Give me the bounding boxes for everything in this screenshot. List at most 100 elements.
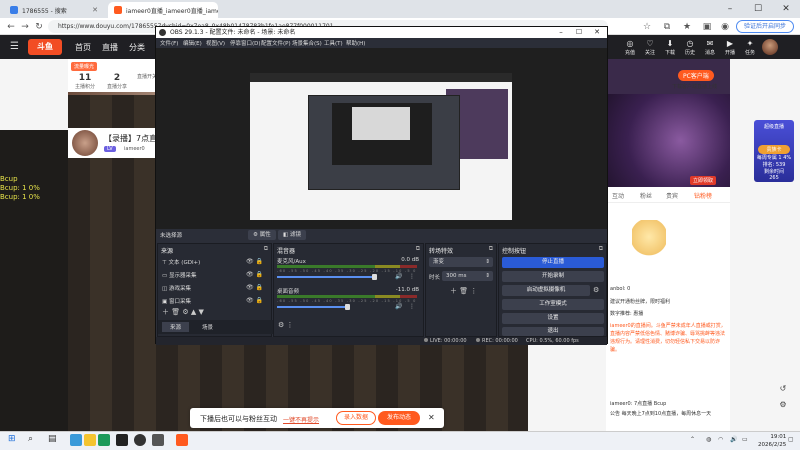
header-task[interactable]: ✦ 任务 xyxy=(740,39,760,56)
tab-vip[interactable]: 贵宾 xyxy=(666,191,678,200)
post-update-button[interactable]: 发布动态 xyxy=(378,411,420,425)
wifi-icon[interactable]: ◠ xyxy=(718,436,723,443)
menu-docks[interactable]: 停靠窗口(D) xyxy=(230,39,261,47)
studio-mode-button[interactable]: 工作室模式 xyxy=(502,299,604,310)
close-window-icon[interactable]: ✕ xyxy=(772,0,800,18)
transition-select[interactable]: 渐变 ⇕ xyxy=(429,257,493,267)
tab-sources[interactable]: 来源 xyxy=(162,322,190,332)
header-follow[interactable]: ♡ 关注 xyxy=(640,39,660,56)
clock[interactable]: 19:01 2026/2/25 xyxy=(758,433,786,449)
header-recharge[interactable]: ◎ 充值 xyxy=(620,39,640,56)
terminal-icon[interactable] xyxy=(116,434,128,446)
tab-interact[interactable]: 互动 xyxy=(612,191,624,200)
duration-input[interactable]: 300 ms ⇕ xyxy=(442,271,493,281)
dock-menu-icon[interactable]: ⧉ xyxy=(264,245,268,253)
forward-icon[interactable]: → xyxy=(18,20,32,33)
battery-icon[interactable]: ▭ xyxy=(742,436,748,443)
browser-tab-search[interactable]: 1786555 - 搜索 ✕ xyxy=(4,2,104,18)
excel-icon[interactable] xyxy=(98,434,110,446)
menu-tools[interactable]: 工具(T) xyxy=(324,39,343,47)
sync-button[interactable]: 验证后开启同步 xyxy=(736,20,794,33)
reload-icon[interactable]: ↻ xyxy=(32,20,46,33)
app-icon[interactable] xyxy=(152,434,164,446)
tray-app-icon[interactable]: ◍ xyxy=(706,436,711,443)
tray-chevron-icon[interactable]: ⌃ xyxy=(690,436,695,443)
close-icon[interactable]: ✕ xyxy=(92,6,98,14)
nav-category[interactable]: 分类 xyxy=(129,42,145,53)
douyu-logo[interactable]: 斗鱼 xyxy=(28,39,62,55)
browser-tab-douyu[interactable]: iameer0直播_iameer0直播_iameer... xyxy=(108,2,218,18)
anchor-avatar[interactable] xyxy=(72,130,98,156)
mixer-tools[interactable]: ⚙ ⋮ xyxy=(278,321,294,329)
menu-icon[interactable]: ☰ xyxy=(10,41,19,52)
extensions-icon[interactable]: ⧉ xyxy=(660,20,674,33)
dont-remind-link[interactable]: 一键不再提示 xyxy=(283,415,319,424)
visibility-lock-icons[interactable]: 👁 🔒 xyxy=(246,258,263,265)
volume-slider[interactable] xyxy=(277,304,350,310)
menu-file[interactable]: 文件(F) xyxy=(160,39,178,47)
windows-start-icon[interactable]: ⊞ xyxy=(8,434,16,444)
obs-taskbar-icon[interactable] xyxy=(134,434,146,446)
search-icon[interactable]: ⌕ xyxy=(28,434,33,444)
virtual-camera-button[interactable]: 启动虚拟摄像机 xyxy=(502,285,590,296)
dock-menu-icon[interactable]: ⧉ xyxy=(489,245,493,253)
super-live-card[interactable]: 超级直播 贵族卡 每周专属 1 4% 排名: 539 剩余时间 265 xyxy=(754,120,794,182)
close-icon[interactable]: ✕ xyxy=(428,413,435,422)
obs-minimize-icon[interactable]: – xyxy=(552,27,570,38)
star-icon[interactable]: ☆ xyxy=(640,20,654,33)
minimize-icon[interactable]: – xyxy=(716,0,744,18)
tab-scenes[interactable]: 场景 xyxy=(194,322,221,332)
speaker-icon[interactable]: 🔊 xyxy=(395,273,402,280)
settings-button[interactable]: 设置 xyxy=(502,313,604,324)
visibility-lock-icons[interactable]: 👁 🔒 xyxy=(246,297,263,304)
exit-button[interactable]: 退出 xyxy=(502,327,604,336)
nav-home[interactable]: 首页 xyxy=(75,42,91,53)
stat-points[interactable]: 11 主播积分 xyxy=(70,73,100,90)
visibility-lock-icons[interactable]: 👁 🔒 xyxy=(246,284,263,291)
menu-scene-collection[interactable]: 场景集合(S) xyxy=(292,39,322,47)
speaker-icon[interactable]: 🔊 xyxy=(395,303,402,310)
back-icon[interactable]: ← xyxy=(4,20,18,33)
stream-preview[interactable] xyxy=(250,73,512,220)
header-download[interactable]: ⬇ 下载 xyxy=(660,39,680,56)
edge-browser-icon[interactable] xyxy=(70,434,82,446)
profile-icon[interactable]: ◉ xyxy=(718,20,732,33)
source-item[interactable]: ⊤ 文本 (GDI+) xyxy=(162,258,200,266)
obs-maximize-icon[interactable]: ☐ xyxy=(570,27,588,38)
volume-slider[interactable] xyxy=(277,274,377,280)
menu-view[interactable]: 视图(V) xyxy=(206,39,225,47)
tab-fans[interactable]: 粉丝 xyxy=(640,191,652,200)
menu-help[interactable]: 帮助(H) xyxy=(346,39,365,47)
game-map[interactable] xyxy=(606,94,730,187)
preview-area[interactable] xyxy=(156,48,607,229)
more-icon[interactable]: ⋮ xyxy=(409,303,415,310)
stat-share[interactable]: 2 直播分享 xyxy=(102,73,132,90)
stop-streaming-button[interactable]: 停止直播 xyxy=(502,257,604,268)
header-broadcast[interactable]: ▶ 开播 xyxy=(720,39,740,56)
obs-titlebar[interactable]: OBS 29.1.3 - 配置文件: 未命名 - 场景: 未命名 xyxy=(156,27,607,38)
transition-tools[interactable]: ＋ 🗑 ⋮ xyxy=(450,286,477,296)
slider-knob[interactable] xyxy=(345,304,350,310)
tab-diamond[interactable]: 钻粉榜 xyxy=(694,191,712,200)
visibility-lock-icons[interactable]: 👁 🔒 xyxy=(246,271,263,278)
gear-icon[interactable]: ⚙ xyxy=(593,286,599,294)
source-item[interactable]: ▭ 显示器采集 xyxy=(162,271,196,279)
maximize-icon[interactable]: ☐ xyxy=(744,0,772,18)
enter-data-button[interactable]: 录入数据 xyxy=(336,411,376,425)
filters-button[interactable]: ◧ 滤镜 xyxy=(278,230,306,240)
menu-profile[interactable]: 配置文件(P) xyxy=(261,39,291,47)
source-item[interactable]: ◫ 游戏采集 xyxy=(162,284,191,292)
refresh-icon[interactable]: ↺ xyxy=(776,384,790,396)
notification-icon[interactable]: ▢ xyxy=(788,436,794,443)
douyu-taskbar-icon[interactable] xyxy=(176,434,188,446)
start-recording-button[interactable]: 开始录制 xyxy=(502,271,604,282)
anchor-name[interactable]: iameer0 xyxy=(124,146,145,152)
menu-edit[interactable]: 编辑(E) xyxy=(183,39,202,47)
favorites-icon[interactable]: ★ xyxy=(680,20,694,33)
properties-button[interactable]: ⚙ 属性 xyxy=(248,230,276,240)
nav-live[interactable]: 直播 xyxy=(102,42,118,53)
dock-menu-icon[interactable]: ⧉ xyxy=(599,245,603,253)
avatar[interactable] xyxy=(762,39,778,55)
more-icon[interactable]: ⋮ xyxy=(409,273,415,280)
settings-icon[interactable]: ⚙ xyxy=(776,400,790,412)
